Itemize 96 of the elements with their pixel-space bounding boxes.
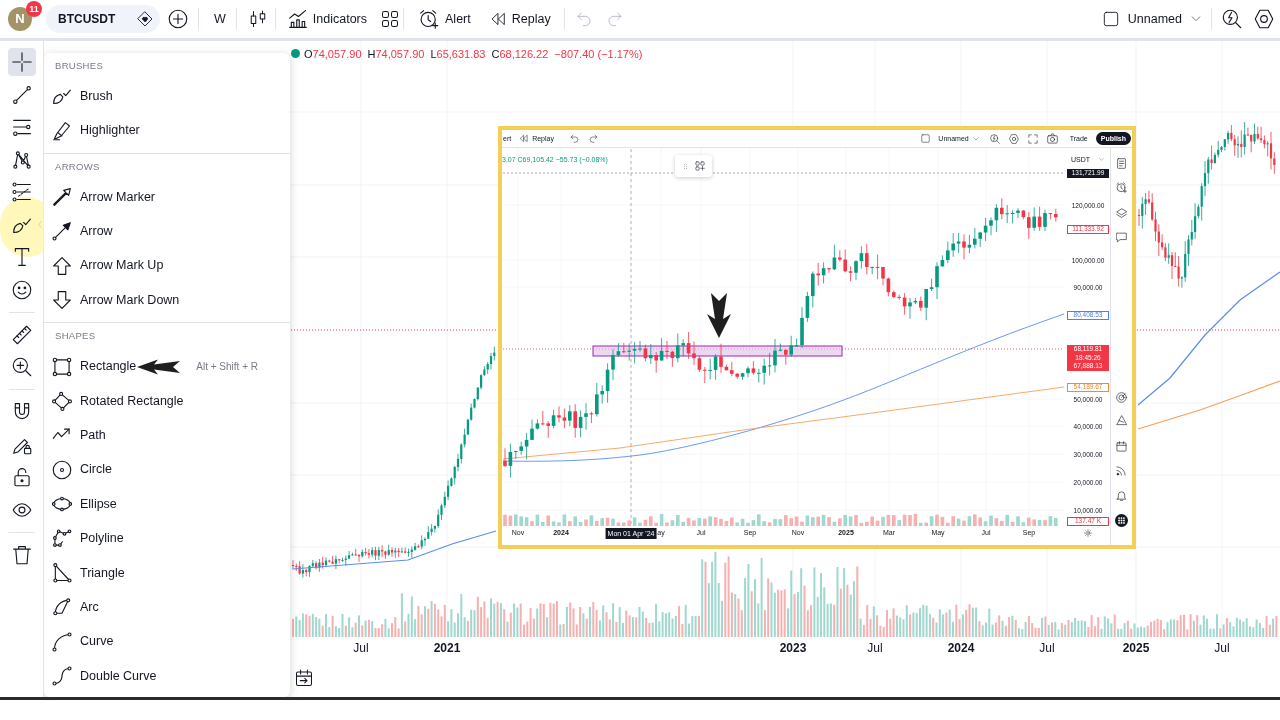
ohlc-value: L65,631.83 [430, 47, 486, 61]
menu-item[interactable]: Polyline [44, 521, 290, 556]
alarm-clock-icon[interactable] [1116, 181, 1127, 193]
zoom-in-icon [11, 357, 32, 377]
time-axis-label: 2021 [433, 641, 461, 655]
rewind-icon [519, 134, 529, 143]
crosshair-icon [11, 52, 32, 72]
fullscreen-icon[interactable] [1027, 133, 1038, 144]
arrow-up-icon [52, 255, 72, 276]
indicators-icon [287, 9, 308, 29]
layout-grid-icon[interactable] [381, 10, 399, 28]
bell-icon[interactable] [1116, 489, 1127, 501]
layout-menu[interactable]: Unnamed [1127, 9, 1201, 29]
target-icon[interactable] [1116, 391, 1127, 403]
menu-item[interactable]: Ellipse [44, 486, 290, 522]
polyline-icon [52, 528, 72, 549]
menu-item[interactable]: Arrow [44, 214, 290, 249]
undo-icon[interactable] [569, 134, 579, 143]
ruler-icon [11, 324, 32, 345]
arrow-marker-icon [52, 186, 72, 207]
time-axis-label: Jul [353, 641, 369, 655]
add-icon[interactable] [168, 9, 188, 29]
signal-waves-icon[interactable] [1116, 464, 1127, 476]
highlighter-icon [52, 120, 72, 141]
ohlc-value: O74,057.90 [304, 47, 362, 61]
rewind-icon [489, 11, 506, 27]
time-axis-label: Jul [1214, 641, 1230, 655]
alarm-clock-icon [419, 9, 439, 29]
curve-icon [52, 631, 72, 652]
arc-icon [52, 597, 72, 618]
camera-icon[interactable] [1046, 133, 1058, 144]
chevron-down-icon [972, 135, 979, 142]
chat-bubble-icon[interactable] [1116, 231, 1127, 243]
arrow-annotation [137, 359, 181, 375]
menu-item[interactable]: Circle [44, 452, 290, 487]
layers-icon[interactable] [1116, 207, 1127, 219]
arrow-annotation [707, 293, 731, 338]
arrow-down-icon [52, 290, 72, 311]
menu-item[interactable]: Curve [44, 624, 290, 659]
parallel-lines-icon [11, 117, 32, 137]
chevron-down-icon [1099, 157, 1105, 162]
circle-icon [52, 459, 72, 480]
time-axis-label: 2023 [779, 641, 807, 655]
search-icon[interactable] [1222, 9, 1242, 29]
status-dot-icon [291, 49, 300, 58]
pattern-points-icon [11, 149, 32, 170]
notification-badge: 11 [26, 1, 42, 17]
menu-item[interactable]: Brush [44, 79, 290, 114]
menu-item[interactable]: Path [44, 418, 290, 453]
price-change: −807.40 (−1.17%) [554, 47, 643, 61]
replay-item[interactable]: Replay [489, 9, 551, 29]
menu-section-title: BRUSHES [55, 58, 104, 73]
redo-icon[interactable] [588, 134, 598, 143]
square-icon[interactable] [1102, 11, 1119, 27]
indicators-item[interactable]: Indicators [287, 9, 367, 29]
menu-item[interactable]: Triangle [44, 555, 290, 591]
menu-item[interactable]: Double Curve [44, 658, 290, 694]
smiley-icon [11, 279, 32, 300]
trend-line-icon [11, 84, 32, 105]
menu-section-title: SHAPES [55, 329, 96, 344]
double-curve-icon [52, 666, 72, 687]
keyboard-shortcut: Alt + Shift + R [196, 360, 258, 375]
chevron-down-icon [1191, 14, 1201, 24]
time-axis-label: Jul [867, 641, 883, 655]
alert-item[interactable]: Alert [419, 9, 471, 29]
settings-icon[interactable] [1254, 9, 1274, 29]
triangle-icon [52, 562, 72, 583]
padlock-icon [11, 467, 32, 487]
candlestick-icon[interactable] [248, 10, 267, 28]
menu-section-title: ARROWS [55, 159, 100, 174]
drag-handle-icon[interactable] [682, 161, 688, 171]
menu-item[interactable]: Rectangle Alt + Shift + R [44, 349, 290, 384]
menu-item[interactable]: Arrow Marker [44, 179, 290, 215]
time-axis-label: 2025 [1122, 641, 1150, 655]
menu-item[interactable]: Rotated Rectangle [44, 383, 290, 419]
menu-item[interactable]: Arrow Mark Up [44, 248, 290, 283]
arrow-icon [52, 221, 72, 242]
symbol-search-field[interactable]: BTCUSDT [46, 5, 160, 33]
template-add-icon[interactable] [694, 161, 705, 171]
trash-icon [11, 544, 32, 565]
time-axis-label: Jul [1039, 641, 1055, 655]
crosshair-tool[interactable] [7, 48, 36, 76]
ohlc-value: C68,126.22 [491, 47, 549, 61]
projection-lines-icon [11, 182, 32, 202]
time-axis-label: 2024 [947, 641, 975, 655]
menu-item[interactable]: Arc [44, 590, 290, 625]
menu-item[interactable]: Arrow Mark Down [44, 282, 290, 318]
pyramid-icon[interactable] [1116, 414, 1127, 426]
rectangle-icon [52, 356, 72, 377]
ohlc-value: H74,057.90 [367, 47, 425, 61]
document-list-icon[interactable] [1116, 157, 1127, 169]
calendar-icon[interactable] [295, 669, 313, 687]
apps-grid-icon[interactable] [1115, 513, 1128, 527]
menu-item[interactable]: Highlighter [44, 113, 290, 148]
diamond-icon[interactable] [137, 11, 153, 27]
interval-selector[interactable]: W [205, 5, 235, 33]
